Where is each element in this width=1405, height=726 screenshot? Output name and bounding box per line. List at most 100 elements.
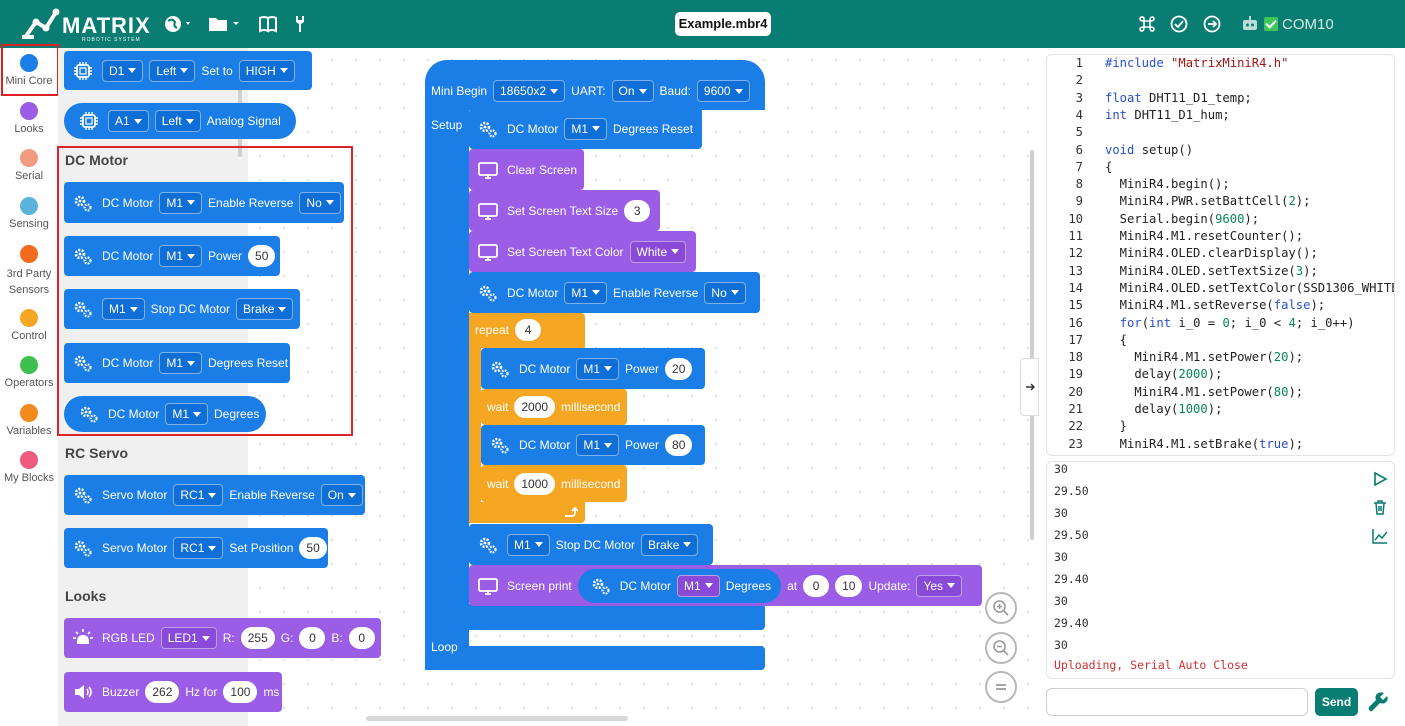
baud-dropdown[interactable]: 9600 (696, 80, 750, 102)
category-looks[interactable]: Looks (0, 102, 58, 135)
examples-button[interactable] (258, 12, 278, 36)
dc-power-block-1[interactable]: DC Motor M1 Power 20 (481, 348, 705, 389)
motor-dropdown[interactable]: M1 (677, 574, 720, 597)
file-name-label[interactable]: Example.mbr4 (675, 12, 771, 36)
connected-check-icon (1264, 17, 1278, 31)
side-dropdown[interactable]: Left (149, 59, 196, 82)
tools-button[interactable] (292, 12, 308, 36)
code-editor[interactable]: 1 #include "MatrixMiniR4.h" 2 3 float DHT11_… (1046, 54, 1395, 456)
led-dropdown[interactable]: LED1 (160, 627, 217, 649)
flyout-analog-read-block[interactable]: A1 Left Analog Signal (64, 103, 296, 139)
zoom-out-button[interactable] (985, 632, 1017, 664)
y-input[interactable]: 10 (835, 574, 863, 597)
red-input[interactable]: 255 (240, 627, 275, 649)
zoom-reset-button[interactable] (985, 671, 1017, 703)
serial-start-button[interactable] (1369, 468, 1391, 490)
workspace-horizontal-scrollbar[interactable] (366, 716, 628, 721)
motor-dropdown[interactable]: M1 (576, 434, 620, 456)
text-color-dropdown[interactable]: White (629, 240, 687, 263)
reverse-dropdown[interactable]: On (320, 484, 363, 506)
uart-dropdown[interactable]: On (611, 80, 654, 102)
battery-dropdown[interactable]: 18650x2 (493, 80, 566, 102)
side-dropdown[interactable]: Left (154, 110, 201, 132)
dc-stop-block[interactable]: M1 Stop DC Motor Brake (469, 524, 713, 565)
wait-block-1[interactable]: wait 2000 millisecond (481, 389, 627, 425)
update-dropdown[interactable]: Yes (916, 574, 963, 597)
port-selector[interactable]: COM10 (1240, 12, 1334, 36)
file-menu-button[interactable] (208, 12, 244, 36)
code-line: MiniR4.begin(); (1105, 177, 1230, 192)
set-text-color-block[interactable]: Set Screen Text Color White (469, 231, 696, 272)
command-button[interactable] (1138, 12, 1156, 36)
power-input[interactable]: 80 (665, 434, 693, 456)
category-control[interactable]: Control (0, 309, 58, 342)
motor-dropdown[interactable]: M1 (507, 533, 550, 556)
category-sensing[interactable]: Sensing (0, 197, 58, 230)
motor-dropdown[interactable]: M1 (564, 281, 608, 304)
serial-send-button[interactable]: Send (1315, 688, 1358, 716)
flyout-buzzer-block[interactable]: Buzzer 262 Hz for 100 ms (64, 672, 282, 712)
workspace-vertical-scrollbar[interactable] (1030, 150, 1034, 540)
block-label: Clear Screen (507, 162, 578, 177)
category-my-blocks[interactable]: My Blocks (0, 451, 58, 484)
x-input[interactable]: 0 (803, 574, 830, 597)
stop-mode-dropdown[interactable]: Brake (641, 533, 699, 556)
flyout-servo-set-position-block[interactable]: Servo Motor RC1 Set Position 50 (64, 528, 328, 568)
dc-power-block-2[interactable]: DC Motor M1 Power 80 (481, 425, 705, 465)
motor-dropdown[interactable]: M1 (564, 117, 608, 140)
repeat-count-input[interactable]: 4 (515, 319, 542, 341)
clear-screen-block[interactable]: Clear Screen (469, 149, 584, 190)
repeat-end-bar (469, 502, 585, 523)
nested-dc-degrees-block[interactable]: DC Motor M1 Degrees (577, 568, 782, 603)
position-input[interactable]: 50 (299, 537, 327, 559)
category-selection-highlight (1, 44, 59, 96)
line-number: 20 (1068, 384, 1083, 399)
zoom-in-button[interactable] (985, 592, 1017, 624)
serial-plot-button[interactable] (1369, 525, 1391, 547)
flyout-digital-write-block[interactable]: D1 Left Set to HIGH (64, 51, 312, 90)
wait-block-2[interactable]: wait 1000 millisecond (481, 465, 627, 502)
setup-label: Setup (431, 118, 463, 132)
category-label: Serial (14, 170, 44, 182)
motor-dropdown[interactable]: M1 (576, 357, 620, 380)
collapse-panel-button[interactable] (1020, 358, 1039, 416)
flyout-rgb-led-block[interactable]: RGB LED LED1 R: 255 G: 0 B: 0 (64, 618, 381, 658)
dc-degrees-reset-block[interactable]: DC Motor M1 Degrees Reset (469, 108, 702, 149)
category-dot-icon (20, 309, 38, 327)
category-operators[interactable]: Operators (0, 356, 58, 389)
blue-input[interactable]: 0 (348, 627, 375, 649)
servo-port-dropdown[interactable]: RC1 (173, 537, 224, 559)
flyout-servo-enable-reverse-block[interactable]: Servo Motor RC1 Enable Reverse On (64, 475, 365, 515)
serial-send-input[interactable] (1046, 688, 1308, 716)
frequency-input[interactable]: 262 (145, 681, 180, 703)
dc-enable-reverse-block[interactable]: DC Motor M1 Enable Reverse No (469, 272, 760, 313)
wait-input[interactable]: 2000 (514, 396, 556, 418)
pin-dropdown[interactable]: A1 (108, 110, 149, 132)
wait-input[interactable]: 1000 (514, 472, 556, 495)
serial-settings-button[interactable] (1366, 690, 1390, 714)
serial-clear-button[interactable] (1369, 496, 1391, 518)
category-label: 3rd Party Sensors (6, 268, 52, 296)
level-dropdown[interactable]: HIGH (238, 59, 295, 82)
speaker-icon (70, 679, 96, 705)
category-serial[interactable]: Serial (0, 149, 58, 182)
screen-icon (475, 573, 501, 599)
set-text-size-block[interactable]: Set Screen Text Size 3 (469, 190, 660, 231)
text-size-input[interactable]: 3 (624, 199, 651, 222)
arrow-right-icon (1025, 383, 1035, 391)
verify-button[interactable] (1170, 12, 1188, 36)
language-button[interactable] (164, 12, 194, 36)
category-variables[interactable]: Variables (0, 404, 58, 437)
duration-input[interactable]: 100 (223, 681, 258, 703)
power-input[interactable]: 20 (665, 357, 693, 380)
servo-port-dropdown[interactable]: RC1 (173, 484, 224, 506)
pin-dropdown[interactable]: D1 (102, 59, 144, 82)
green-input[interactable]: 0 (299, 627, 326, 649)
category-3rd-party-sensors[interactable]: 3rd Party Sensors (0, 245, 58, 298)
loop-label: Loop (431, 640, 458, 654)
upload-button[interactable] (1203, 12, 1221, 36)
category-dot-icon (20, 356, 38, 374)
screen-print-block[interactable]: Screen print DC Motor M1 Degrees at 0 10… (469, 565, 982, 606)
reverse-dropdown[interactable]: No (704, 281, 746, 304)
book-icon (259, 16, 277, 33)
